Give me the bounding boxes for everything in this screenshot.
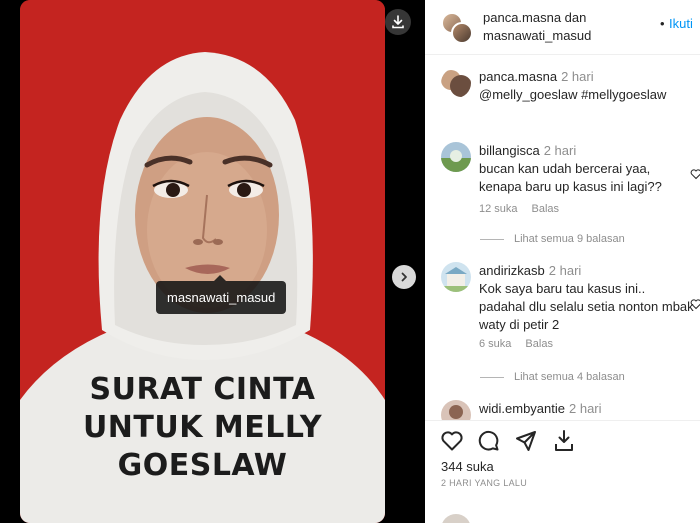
- avatar[interactable]: [441, 68, 471, 98]
- post-actions-bar: 344 suka 2 HARI YANG LALU: [425, 420, 700, 523]
- separator-dot: •: [660, 16, 665, 31]
- comment-username[interactable]: panca.masna: [479, 69, 557, 84]
- photo-caption-line-3: GOESLAW: [117, 448, 288, 483]
- like-button[interactable]: [439, 428, 465, 454]
- comment-time: 2 hari: [561, 69, 594, 84]
- save-icon: [555, 430, 573, 451]
- reply-button[interactable]: Balas: [532, 203, 560, 215]
- view-replies-label[interactable]: Lihat semua 9 balasan: [514, 233, 625, 245]
- user-tag[interactable]: masnawati_masud: [156, 275, 287, 314]
- post-media: SURAT CINTA UNTUK MELLY GOESLAW masnawat…: [0, 0, 425, 523]
- commenter-avatar-image: [441, 142, 471, 172]
- comment-text: bucan kan udah bercerai yaa, kenapa baru…: [479, 161, 662, 194]
- comment-icon: [478, 430, 499, 451]
- photo-caption-line-2: UNTUK MELLY: [82, 410, 323, 445]
- avatar-pair[interactable]: [441, 12, 473, 44]
- post-photo: SURAT CINTA UNTUK MELLY GOESLAW masnawat…: [20, 0, 385, 523]
- view-replies-label[interactable]: Lihat semua 4 balasan: [514, 371, 625, 383]
- caption-avatar-image: [441, 70, 471, 97]
- heart-icon[interactable]: [690, 298, 700, 310]
- divider-line: [480, 238, 504, 240]
- download-icon: [392, 15, 404, 29]
- comment-username[interactable]: widi.embyantie: [479, 401, 565, 416]
- comment-like-count[interactable]: 12 suka: [479, 203, 518, 215]
- comment-meta: 6 suka Balas: [479, 338, 553, 350]
- post-side-panel: panca.masna dan masnawati_masud • Ikuti …: [425, 0, 700, 523]
- caption-body: panca.masna 2 hari @melly_goeslaw #mellyg…: [479, 68, 694, 104]
- comment-body: andirizkasb 2 hari Kok saya baru tau kasu…: [479, 262, 694, 334]
- avatar: [451, 22, 473, 44]
- post-authors[interactable]: panca.masna dan masnawati_masud: [483, 9, 653, 45]
- avatar: [441, 514, 471, 523]
- post-date: 2 HARI YANG LALU: [441, 478, 527, 488]
- heart-icon: [441, 431, 463, 451]
- heart-icon[interactable]: [690, 168, 700, 180]
- download-button[interactable]: [385, 9, 411, 35]
- like-count[interactable]: 344 suka: [441, 459, 494, 474]
- post-header: panca.masna dan masnawati_masud • Ikuti: [425, 0, 700, 55]
- view-replies[interactable]: Lihat semua 9 balasan: [480, 233, 625, 245]
- comment-body: billangisca 2 hari bucan kan udah bercera…: [479, 142, 694, 196]
- comment-text: Kok saya baru tau kasus ini.. padahal dl…: [479, 281, 694, 332]
- comment-username[interactable]: billangisca: [479, 143, 540, 158]
- follow-button[interactable]: Ikuti: [669, 16, 693, 31]
- paper-plane-icon: [516, 431, 536, 451]
- comment-body: widi.embyantie 2 hari: [479, 400, 694, 418]
- chevron-right-icon: [401, 272, 407, 282]
- next-media-button[interactable]: [392, 265, 416, 289]
- save-button[interactable]: [551, 428, 577, 454]
- view-replies[interactable]: Lihat semua 4 balasan: [480, 371, 625, 383]
- avatar[interactable]: [441, 142, 471, 172]
- reply-button[interactable]: Balas: [525, 338, 553, 350]
- comment-time: 2 hari: [548, 263, 582, 278]
- post-caption: panca.masna 2 hari @melly_goeslaw #mellyg…: [441, 68, 700, 108]
- divider-line: [480, 376, 504, 378]
- caption-text: @melly_goeslaw #mellygoeslaw: [479, 87, 667, 102]
- comment-time: 2 hari: [543, 143, 577, 158]
- comment-meta: 12 suka Balas: [479, 203, 559, 215]
- commenter-avatar-image: [441, 262, 471, 292]
- photo-caption-line-1: SURAT CINTA: [89, 372, 316, 407]
- comment-button[interactable]: [476, 428, 502, 454]
- share-button[interactable]: [513, 428, 539, 454]
- comment-time: 2 hari: [569, 401, 602, 416]
- avatar[interactable]: [441, 262, 471, 292]
- comment-item: andirizkasb 2 hari Kok saya baru tau kasu…: [441, 262, 700, 382]
- comment-username[interactable]: andirizkasb: [479, 263, 545, 278]
- comment-like-count[interactable]: 6 suka: [479, 338, 511, 350]
